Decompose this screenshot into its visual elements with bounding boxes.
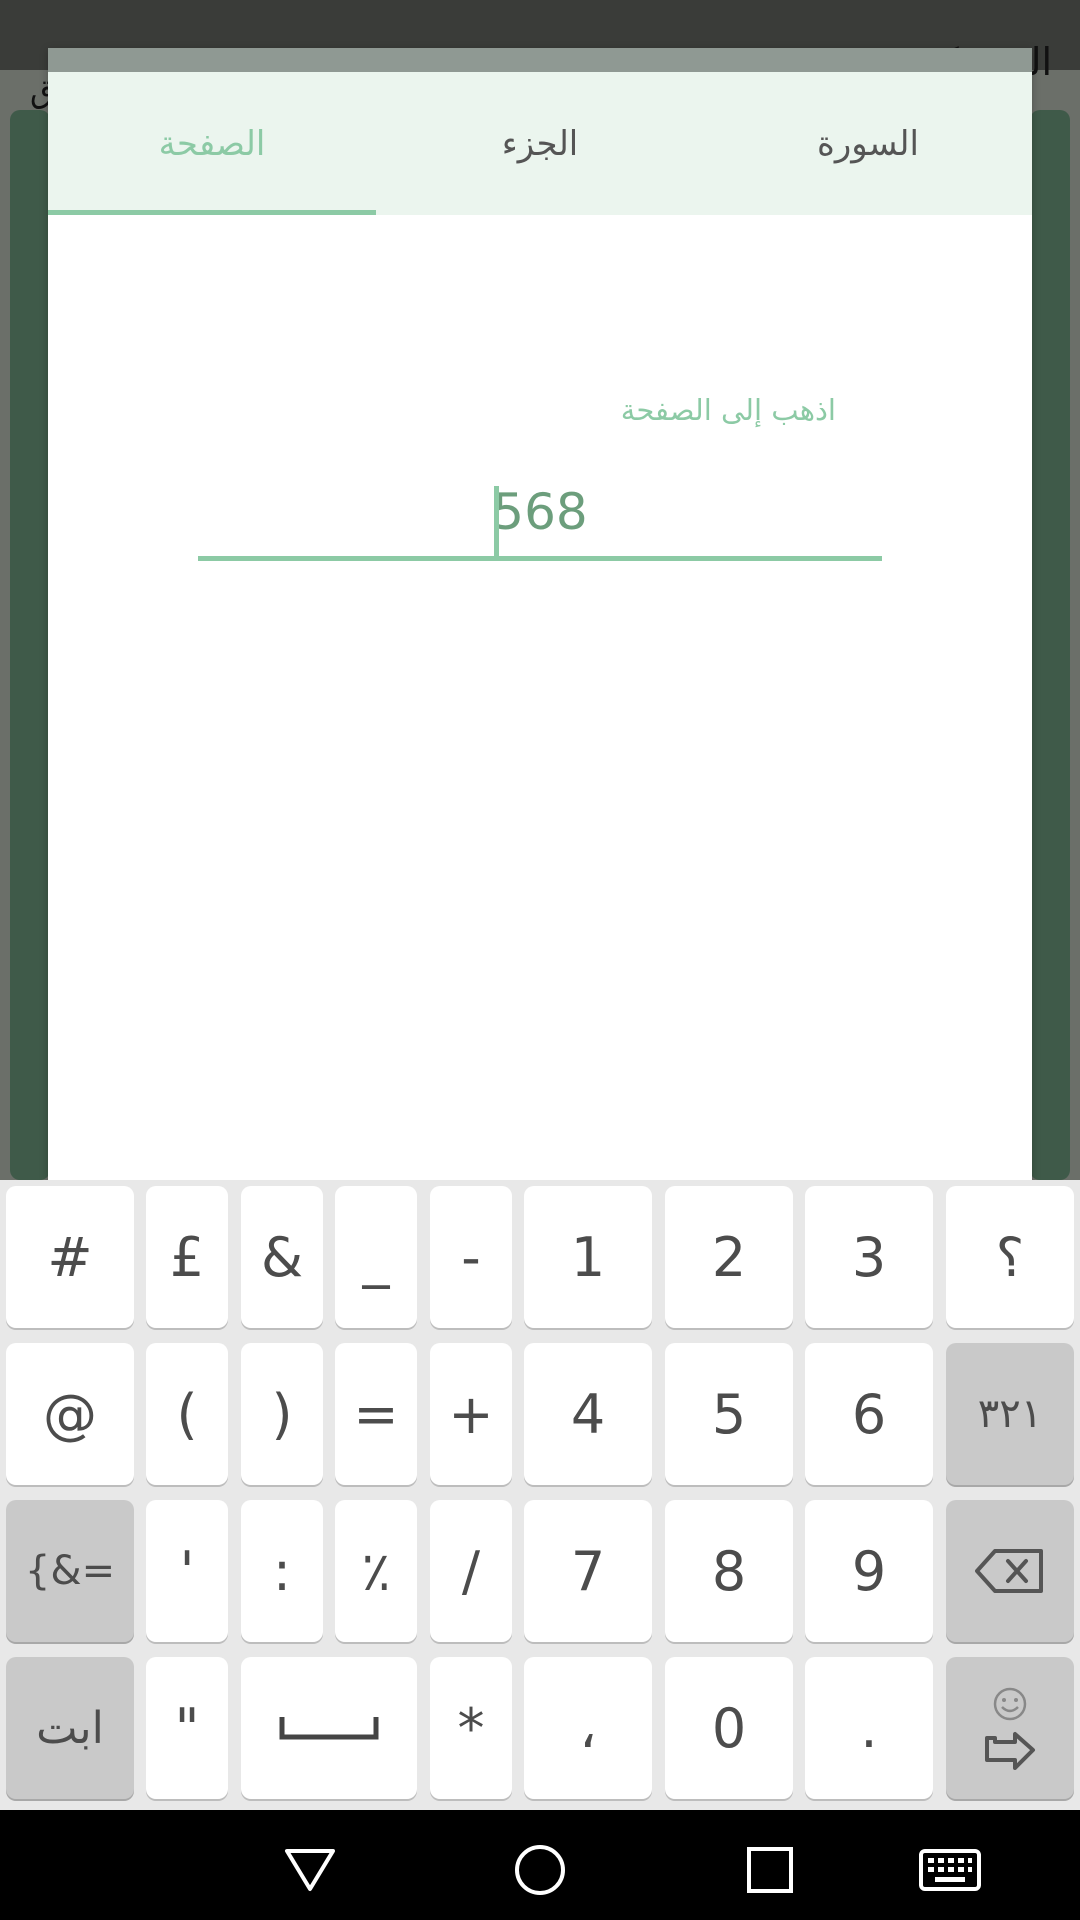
navigation-bar [0, 1810, 1080, 1920]
key-at[interactable]: @ [6, 1343, 134, 1485]
enter-arrow-icon [985, 1732, 1035, 1770]
key-arabic-letters-toggle[interactable]: ابت [6, 1657, 134, 1799]
space-icon [279, 1717, 379, 1740]
key-arabic-percent[interactable]: ٪ [335, 1500, 417, 1642]
key-close-paren[interactable]: ) [241, 1343, 323, 1485]
go-to-dialog: الصفحة الجزء السورة اذهب إلى الصفحة [48, 48, 1032, 1180]
key-arabic-numerals-toggle[interactable]: ٣٢١ [946, 1343, 1074, 1485]
key-3[interactable]: 3 [805, 1186, 933, 1328]
key-pound[interactable]: £ [146, 1186, 228, 1328]
numeric-keyboard: # £ & _ - 1 2 3 ؟ @ ( ) = + 4 5 6 ٣٢١ {&… [0, 1180, 1080, 1810]
page-field-label: اذهب إلى الصفحة [620, 393, 836, 427]
page-frame-right [1030, 110, 1070, 1180]
key-double-quote[interactable]: " [146, 1657, 228, 1799]
key-slash[interactable]: / [430, 1500, 512, 1642]
page-frame-left [10, 110, 50, 1180]
key-backspace[interactable] [946, 1500, 1074, 1642]
tab-juz[interactable]: الجزء [376, 72, 704, 215]
key-apostrophe[interactable]: ' [146, 1500, 228, 1642]
key-arabic-question[interactable]: ؟ [946, 1186, 1074, 1328]
recents-square-icon [747, 1847, 793, 1893]
key-enter[interactable] [946, 1657, 1074, 1799]
tab-surah[interactable]: السورة [704, 72, 1032, 215]
key-1[interactable]: 1 [524, 1186, 652, 1328]
key-8[interactable]: 8 [665, 1500, 793, 1642]
page-number-input[interactable] [198, 468, 882, 561]
key-underscore[interactable]: _ [335, 1186, 417, 1328]
key-equals[interactable]: = [335, 1343, 417, 1485]
dialog-top-strip [48, 48, 1032, 72]
keyboard-icon [919, 1849, 981, 1891]
key-6[interactable]: 6 [805, 1343, 933, 1485]
key-symbols-toggle[interactable]: {&= [6, 1500, 134, 1642]
back-triangle-icon [285, 1849, 335, 1891]
key-minus[interactable]: - [430, 1186, 512, 1328]
home-button[interactable] [510, 1840, 570, 1900]
key-asterisk[interactable]: * [430, 1657, 512, 1799]
keyboard-switch-button[interactable] [910, 1840, 990, 1900]
home-circle-icon [515, 1845, 565, 1895]
key-space[interactable] [241, 1657, 417, 1799]
backspace-icon [975, 1549, 1043, 1593]
key-0[interactable]: 0 [665, 1657, 793, 1799]
key-open-paren[interactable]: ( [146, 1343, 228, 1485]
key-2[interactable]: 2 [665, 1186, 793, 1328]
key-5[interactable]: 5 [665, 1343, 793, 1485]
key-hash[interactable]: # [6, 1186, 134, 1328]
emoji-icon [993, 1687, 1027, 1721]
tab-page[interactable]: الصفحة [48, 72, 376, 215]
tab-bar: الصفحة الجزء السورة [48, 72, 1032, 215]
key-7[interactable]: 7 [524, 1500, 652, 1642]
key-period[interactable]: . [805, 1657, 933, 1799]
key-ampersand[interactable]: & [241, 1186, 323, 1328]
key-colon[interactable]: : [241, 1500, 323, 1642]
recents-button[interactable] [740, 1840, 800, 1900]
back-button[interactable] [280, 1840, 340, 1900]
key-4[interactable]: 4 [524, 1343, 652, 1485]
text-caret [494, 486, 499, 556]
key-arabic-comma[interactable]: ، [524, 1657, 652, 1799]
key-plus[interactable]: + [430, 1343, 512, 1485]
key-9[interactable]: 9 [805, 1500, 933, 1642]
